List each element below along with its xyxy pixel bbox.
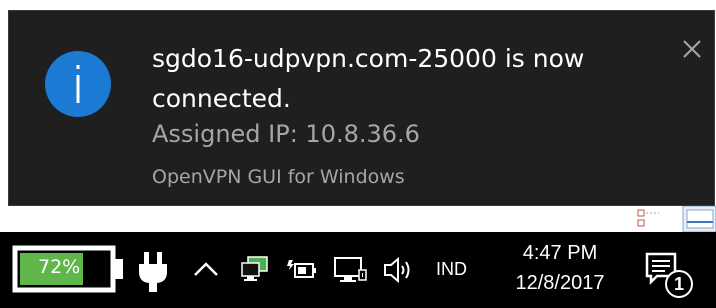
chevron-up-icon[interactable] xyxy=(193,260,219,278)
taskbar: 72% IND 4:47 PM 12/8/2017 1 xyxy=(0,232,716,308)
notification-attribution: OpenVPN GUI for Windows xyxy=(152,166,405,188)
battery-meter[interactable]: 72% xyxy=(12,245,126,293)
input-language-indicator[interactable]: IND xyxy=(436,257,467,281)
power-plug-icon[interactable] xyxy=(137,252,169,292)
vpn-notification-toast[interactable]: sgdo16-udpvpn.com-25000 is now connected… xyxy=(8,10,715,206)
screen: sgdo16-udpvpn.com-25000 is now connected… xyxy=(0,0,716,308)
info-icon xyxy=(45,51,111,117)
battery-status-icon[interactable] xyxy=(286,258,318,282)
network-adapter-icon[interactable] xyxy=(239,255,269,285)
close-icon[interactable] xyxy=(680,37,704,61)
network-icon[interactable] xyxy=(333,256,367,286)
clock[interactable]: 4:47 PM 12/8/2017 xyxy=(500,238,620,298)
notification-body: Assigned IP: 10.8.36.6 xyxy=(152,120,420,148)
speaker-icon[interactable] xyxy=(383,256,415,284)
clock-time: 4:47 PM xyxy=(522,242,598,264)
notification-title: sgdo16-udpvpn.com-25000 is now connected… xyxy=(152,44,585,113)
desktop-window-fragment xyxy=(631,206,716,232)
notification-count-badge: 1 xyxy=(673,274,684,294)
clock-date: 12/8/2017 xyxy=(515,272,605,294)
action-center-button[interactable]: 1 xyxy=(645,250,695,300)
action-center-icon xyxy=(645,252,693,298)
battery-percent-label: 72% xyxy=(38,256,81,278)
